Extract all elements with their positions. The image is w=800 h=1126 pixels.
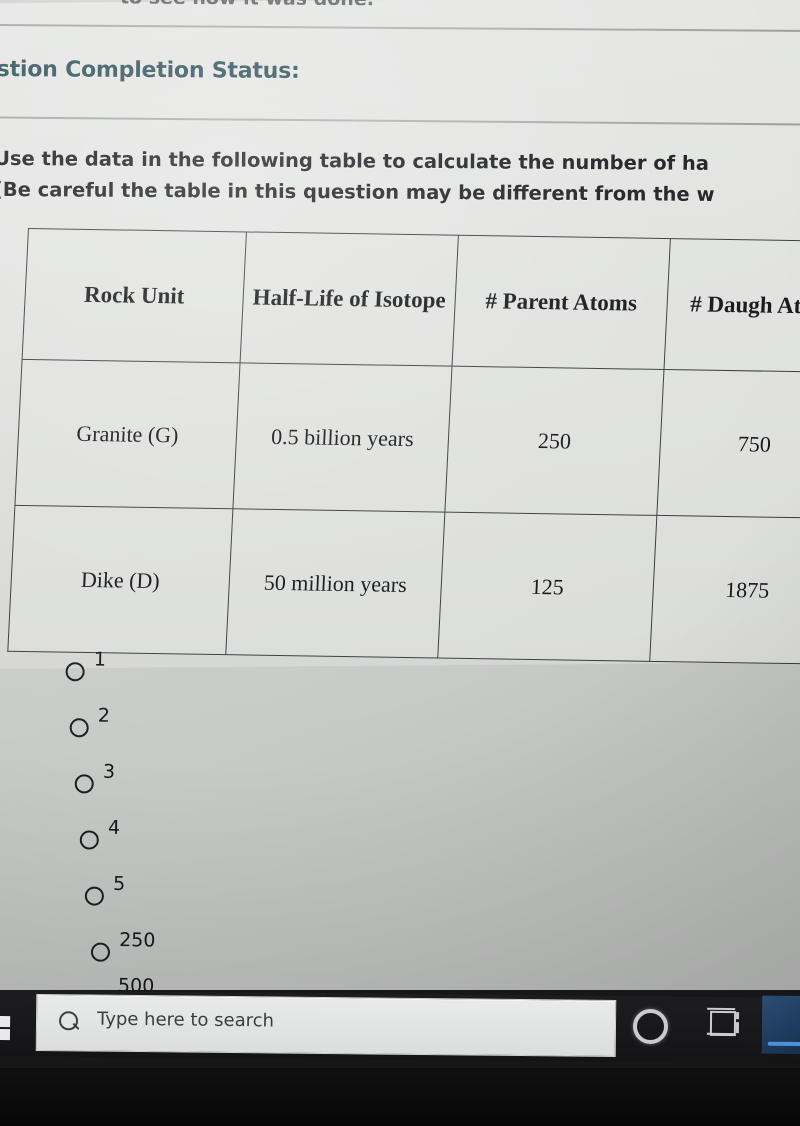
column-header-half-life: Half-Life of Isotope	[240, 231, 459, 367]
radio-button-icon[interactable]	[65, 662, 85, 682]
monitor-bezel-bottom	[0, 1068, 800, 1126]
search-icon	[58, 1011, 79, 1031]
column-header-daughter-atoms: # Daugh Atom	[663, 238, 800, 373]
table-row: Granite (G) 0.5 billion years 250 750	[14, 359, 800, 519]
cell-half-life: 0.5 billion years	[232, 362, 453, 513]
computer-screen: to see how it was done. estion Completio…	[0, 0, 800, 996]
cell-daughter-atoms: 1875	[649, 515, 800, 665]
radio-button-icon[interactable]	[90, 942, 111, 962]
task-view-icon[interactable]	[706, 1007, 744, 1037]
radio-button-icon[interactable]	[79, 830, 99, 850]
rock-data-table: Rock Unit Half-Life of Isotope # Parent …	[7, 228, 800, 665]
option-row-2[interactable]: 2	[69, 704, 461, 766]
cell-daughter-atoms: 750	[656, 369, 800, 519]
table-row: Dike (D) 50 million years 125 1875	[7, 505, 800, 665]
option-row-4[interactable]: 4	[79, 816, 459, 878]
option-label: 1	[93, 648, 107, 671]
option-label: 2	[97, 704, 111, 727]
column-header-rock-unit: Rock Unit	[22, 228, 247, 363]
search-placeholder: Type here to search	[96, 1008, 275, 1032]
option-row-1[interactable]: 1	[65, 648, 462, 711]
radio-button-icon[interactable]	[84, 886, 105, 906]
option-row-3[interactable]: 3	[74, 760, 460, 822]
data-table-container: Rock Unit Half-Life of Isotope # Parent …	[7, 228, 800, 665]
option-label: 250	[118, 928, 156, 952]
cell-parent-atoms: 250	[444, 366, 664, 516]
answer-options-list: 1 2 3 4 5 250	[56, 648, 462, 991]
cell-parent-atoms: 125	[437, 512, 657, 662]
option-label: 4	[107, 816, 121, 839]
cortana-circle-icon[interactable]	[632, 1008, 669, 1045]
question-completion-status-heading: estion Completion Status:	[0, 57, 300, 84]
search-input[interactable]: Type here to search	[35, 993, 617, 1058]
radio-button-icon[interactable]	[69, 718, 89, 738]
start-button[interactable]	[0, 1010, 20, 1056]
option-label: 3	[102, 760, 116, 783]
pinned-app-icon[interactable]	[761, 995, 800, 1055]
cell-half-life: 50 million years	[225, 508, 445, 658]
table-header-row: Rock Unit Half-Life of Isotope # Parent …	[22, 228, 800, 373]
cell-rock-unit: Dike (D)	[7, 505, 233, 655]
option-row-5[interactable]: 5	[84, 872, 458, 934]
radio-button-icon[interactable]	[74, 774, 94, 794]
windows-logo-icon	[0, 1015, 11, 1041]
column-header-parent-atoms: # Parent Atoms	[452, 235, 671, 370]
screenshot-root: to see how it was done. estion Completio…	[0, 0, 800, 1126]
question-prompt: Use the data in the following table to c…	[0, 143, 800, 211]
option-label: 5	[112, 872, 126, 896]
question-line-2: (Be careful the table in this question m…	[0, 177, 715, 206]
cell-rock-unit: Granite (G)	[14, 359, 241, 509]
